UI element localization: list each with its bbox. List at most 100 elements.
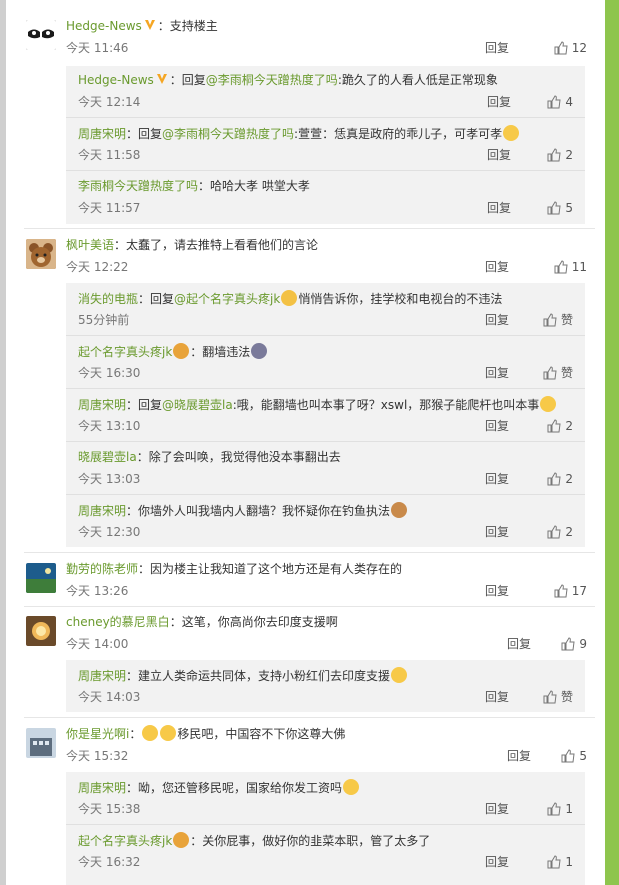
divider <box>66 335 585 336</box>
reply-button[interactable]: 回复 <box>485 259 509 275</box>
avatar[interactable] <box>26 20 56 50</box>
like-button[interactable]: 赞 <box>543 689 573 705</box>
avatar[interactable] <box>26 728 56 758</box>
reply-meta: 今天 16:30 回复 赞 <box>78 365 573 381</box>
like-button[interactable]: 赞 <box>543 312 573 328</box>
reply-button[interactable]: 回复 <box>507 636 531 652</box>
like-button[interactable]: 2 <box>547 524 573 540</box>
reply-text: :哦，能翻墙也叫本事了呀？xswl，那猴子能爬杆也叫本事 <box>232 398 540 412</box>
timestamp: 今天 11:58 <box>78 148 141 162</box>
smirk-emoji-icon <box>343 779 360 795</box>
reply-button[interactable]: 回复 <box>485 418 509 434</box>
comment-text: ：支持楼主 <box>157 19 218 33</box>
reply-thread: 周唐宋明：建立人类命运共同体，支持小粉红们去印度支援 今天 14:03 回复 赞 <box>66 660 585 712</box>
username[interactable]: 李雨桐今天蹭热度了吗 <box>78 179 198 193</box>
like-button[interactable]: 赞 <box>543 365 573 381</box>
reply-button[interactable]: 回复 <box>485 524 509 540</box>
reply-prefix: ：回复 <box>169 73 206 87</box>
reply-button[interactable]: 回复 <box>487 147 511 163</box>
like-button[interactable]: 1 <box>547 854 573 870</box>
username[interactable]: 起个名字真头疼jk <box>78 834 172 848</box>
reply-button[interactable]: 回复 <box>507 748 531 764</box>
username[interactable]: 起个名字真头疼jk <box>78 345 172 359</box>
reply-button[interactable]: 回复 <box>485 365 509 381</box>
timestamp: 今天 16:30 <box>78 366 141 380</box>
reply-button[interactable]: 回复 <box>485 689 509 705</box>
like-button[interactable]: 2 <box>547 418 573 434</box>
like-button[interactable]: 4 <box>547 94 573 110</box>
reply-button[interactable]: 回复 <box>485 471 509 487</box>
reply-button[interactable]: 回复 <box>487 200 511 216</box>
username[interactable]: 周唐宋明 <box>78 127 126 141</box>
comments-panel: Hedge-News ：支持楼主 今天 11:46 回复 12 Hedge-New… <box>6 0 605 885</box>
reply-button[interactable]: 回复 <box>485 801 509 817</box>
timestamp: 今天 15:38 <box>78 802 141 816</box>
divider <box>66 441 585 442</box>
comment-meta: 今天 15:32 回复 5 <box>66 748 587 764</box>
reply-meta: 今天 11:58 回复 2 <box>78 147 573 163</box>
username[interactable]: 周唐宋明 <box>78 781 126 795</box>
like-button[interactable]: 17 <box>554 583 587 599</box>
username[interactable]: Hedge-News <box>66 19 142 33</box>
username[interactable]: 你是星光啊i <box>66 727 129 741</box>
teddy-bear-avatar-icon <box>26 239 56 269</box>
like-count: 2 <box>565 148 573 162</box>
reply-button[interactable]: 回复 <box>487 94 511 110</box>
reply-text: :跪久了的人看人低是正常现象 <box>337 73 498 87</box>
like-button[interactable]: 2 <box>547 471 573 487</box>
timestamp: 55分钟前 <box>78 313 130 327</box>
username[interactable]: 晓展碧壶la <box>78 450 137 464</box>
divider <box>66 494 585 495</box>
like-button[interactable]: 12 <box>554 40 587 56</box>
mention-link[interactable]: @李雨桐今天蹭热度了吗 <box>162 127 294 141</box>
mention-link[interactable]: @李雨桐今天蹭热度了吗 <box>206 73 338 87</box>
like-count: 2 <box>565 419 573 433</box>
reply-button[interactable]: 回复 <box>485 854 509 870</box>
mask-avatar-icon <box>26 20 56 50</box>
username[interactable]: 周唐宋明 <box>78 504 126 518</box>
username[interactable]: Hedge-News <box>78 73 154 87</box>
divider <box>66 388 585 389</box>
reply-button[interactable]: 回复 <box>485 312 509 328</box>
comment-line: 你是星光啊i： 移民吧，中国容不下你这尊大佛 <box>66 725 587 742</box>
timestamp: 今天 15:32 <box>66 749 129 763</box>
timestamp: 今天 11:46 <box>66 41 129 55</box>
like-button[interactable]: 9 <box>561 636 587 652</box>
reply-line: Hedge-News ：回复@李雨桐今天蹭热度了吗:跪久了的人看人低是正常现象 <box>78 72 573 88</box>
verified-v-icon <box>144 20 155 30</box>
timestamp: 今天 13:26 <box>66 584 129 598</box>
like-button[interactable]: 11 <box>554 259 587 275</box>
avatar[interactable] <box>26 239 56 269</box>
like-button[interactable]: 5 <box>547 200 573 216</box>
username[interactable]: 周唐宋明 <box>78 398 126 412</box>
mention-link[interactable]: @晓展碧壶la <box>162 398 233 412</box>
username[interactable]: 枫叶美语 <box>66 238 114 252</box>
reply-button[interactable]: 回复 <box>485 583 509 599</box>
reply-text: ：你墙外人叫我墙内人翻墙？我怀疑你在钓鱼执法 <box>126 504 391 518</box>
reply-button[interactable]: 回复 <box>485 40 509 56</box>
like-button[interactable]: 2 <box>547 147 573 163</box>
comment-meta: 今天 11:46 回复 12 <box>66 40 587 56</box>
like-button[interactable]: 1 <box>547 801 573 817</box>
badge-icon <box>173 343 190 359</box>
like-button[interactable]: 5 <box>561 748 587 764</box>
comment-text: 移民吧，中国容不下你这尊大佛 <box>177 727 346 741</box>
avatar[interactable] <box>26 616 56 646</box>
username[interactable]: 周唐宋明 <box>78 669 126 683</box>
username[interactable]: 消失的电瓶 <box>78 292 138 306</box>
reply-thread: 周唐宋明：呦，您还管移民呢，国家给你发工资吗 今天 15:38 回复 1 起个名字真… <box>66 772 585 885</box>
username[interactable]: cheney的慕尼黑白 <box>66 615 170 629</box>
cat-emoji-icon <box>391 502 408 518</box>
like-count: 11 <box>571 260 587 274</box>
reply-prefix: ：回复 <box>126 127 163 141</box>
username[interactable]: 勤劳的陈老师 <box>66 562 138 576</box>
timestamp: 今天 13:10 <box>78 419 141 433</box>
reply-meta: 今天 13:03 回复 2 <box>78 471 573 487</box>
comment-text: ：这笔，你高尚你去印度支援啊 <box>169 615 338 629</box>
photo-avatar-icon <box>26 563 56 593</box>
reply-meta: 今天 12:14 回复 4 <box>78 94 573 110</box>
reply-text: ：哈哈大孝 哄堂大孝 <box>198 179 310 193</box>
mention-link[interactable]: @起个名字真头疼jk <box>174 292 280 306</box>
reply-line: 起个名字真头疼jk ：关你屁事，做好你的韭菜本职，管了太多了 <box>78 832 573 849</box>
avatar[interactable] <box>26 563 56 593</box>
